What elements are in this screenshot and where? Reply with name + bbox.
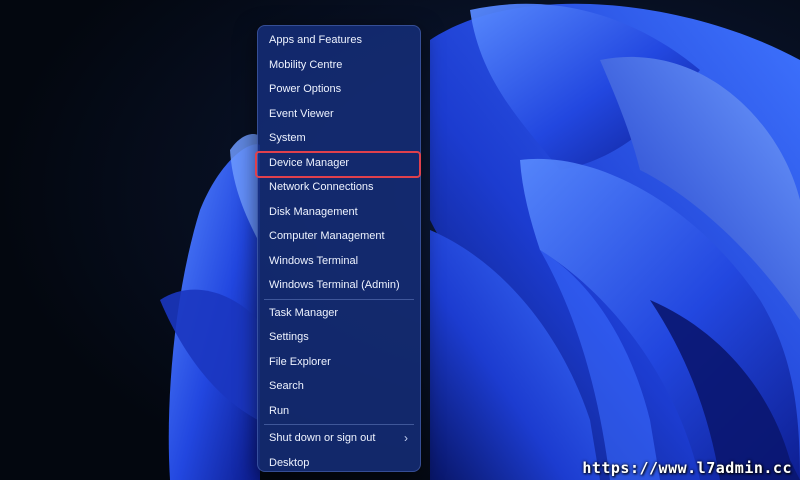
chevron-right-icon: › — [404, 431, 408, 445]
menu-item-network-connections[interactable]: Network Connections — [258, 175, 420, 200]
menu-item-label: Event Viewer — [269, 107, 334, 120]
menu-item-shut-down-or-sign-out[interactable]: Shut down or sign out › — [258, 426, 420, 451]
menu-item-label: Device Manager — [269, 156, 350, 169]
menu-item-label: Run — [269, 404, 290, 417]
menu-item-power-options[interactable]: Power Options — [258, 77, 420, 102]
menu-item-settings[interactable]: Settings — [258, 325, 420, 350]
menu-item-label: Settings — [269, 331, 309, 344]
menu-item-windows-terminal[interactable]: Windows Terminal — [258, 249, 420, 274]
menu-item-label: Disk Management — [269, 205, 358, 218]
menu-item-disk-management[interactable]: Disk Management — [258, 200, 420, 225]
menu-item-label: Search — [269, 380, 304, 393]
menu-item-label: Network Connections — [269, 181, 374, 194]
menu-item-windows-terminal-admin[interactable]: Windows Terminal (Admin) — [258, 273, 420, 298]
menu-item-search[interactable]: Search — [258, 374, 420, 399]
menu-item-task-manager[interactable]: Task Manager — [258, 301, 420, 326]
menu-item-apps-and-features[interactable]: Apps and Features — [258, 28, 420, 53]
menu-item-label: Shut down or sign out — [269, 432, 376, 445]
menu-item-file-explorer[interactable]: File Explorer — [258, 350, 420, 375]
menu-item-run[interactable]: Run — [258, 399, 420, 424]
menu-separator — [264, 424, 414, 425]
menu-item-mobility-centre[interactable]: Mobility Centre — [258, 53, 420, 78]
menu-item-label: Apps and Features — [269, 34, 362, 47]
menu-item-desktop[interactable]: Desktop — [258, 451, 420, 476]
menu-item-system[interactable]: System — [258, 126, 420, 151]
menu-item-label: Windows Terminal (Admin) — [269, 279, 400, 292]
menu-item-label: File Explorer — [269, 355, 331, 368]
menu-item-label: Power Options — [269, 83, 342, 96]
menu-item-event-viewer[interactable]: Event Viewer — [258, 102, 420, 127]
menu-item-label: Desktop — [269, 456, 310, 469]
menu-item-computer-management[interactable]: Computer Management — [258, 224, 420, 249]
site-watermark: https://www.l7admin.cc — [582, 459, 792, 477]
menu-separator — [264, 298, 414, 300]
menu-item-device-manager[interactable]: Device Manager — [255, 150, 421, 177]
winx-context-menu: Apps and Features Mobility Centre Power Op… — [255, 25, 421, 472]
menu-item-label: Mobility Centre — [269, 58, 343, 71]
menu-item-label: Task Manager — [269, 306, 339, 319]
menu-item-label: Windows Terminal — [269, 254, 359, 267]
menu-item-label: Computer Management — [269, 230, 385, 243]
menu-item-label: System — [269, 132, 306, 145]
